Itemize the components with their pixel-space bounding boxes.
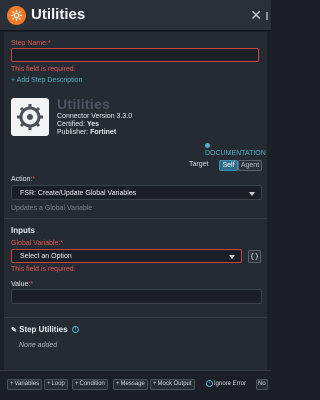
collapse-handle[interactable] xyxy=(266,12,270,20)
global-variable-placeholder: Select an Option xyxy=(20,253,72,260)
value-label: Value:* xyxy=(11,281,34,288)
info-circle-icon xyxy=(205,143,210,148)
add-variables-button[interactable]: +Variables xyxy=(7,379,43,390)
step-name-label: Step Name:* xyxy=(11,40,51,47)
add-step-description-link[interactable]: + Add Step Description xyxy=(11,77,82,84)
global-variable-error: This field is required. xyxy=(11,266,76,273)
action-description: Updates a Global Variable xyxy=(11,205,93,212)
target-self-option[interactable]: Self xyxy=(219,160,238,171)
connector-version: Connector Version 3.3.0 xyxy=(57,113,133,120)
add-loop-button[interactable]: +Loop xyxy=(44,379,68,390)
add-message-button[interactable]: +Message xyxy=(113,379,148,390)
action-select-value: FSR: Create/Update Global Variables xyxy=(20,190,137,197)
action-label: Action:* xyxy=(11,176,36,183)
connector-logo xyxy=(11,98,49,136)
panel-header: Utilities ✕ xyxy=(0,0,271,31)
connector-name: Utilities xyxy=(57,96,111,112)
section-divider xyxy=(4,218,267,219)
info-icon[interactable]: i xyxy=(71,326,79,334)
braces-icon xyxy=(250,253,259,260)
ignore-error-label: i Ignore Error xyxy=(206,380,246,387)
target-agent-option[interactable]: Agent xyxy=(238,160,262,171)
step-name-input[interactable] xyxy=(11,48,259,62)
footer-toolbar: +Variables +Loop +Condition +Message +Mo… xyxy=(0,370,271,400)
action-select[interactable]: FSR: Create/Update Global Variables xyxy=(11,185,262,200)
wrench-icon: ✎ xyxy=(11,327,17,334)
panel-title: Utilities xyxy=(31,6,86,23)
connector-publisher: Publisher: Fortinet xyxy=(57,129,117,136)
documentation-link[interactable]: DOCUMENTATION xyxy=(205,143,271,157)
expression-toggle-button[interactable] xyxy=(248,250,261,263)
value-input[interactable] xyxy=(11,289,262,304)
add-mock-output-button[interactable]: +Mock Output xyxy=(150,379,195,390)
ignore-error-toggle[interactable]: No xyxy=(256,379,268,390)
step-utilities-heading: ✎ Step Utilities i xyxy=(11,325,79,334)
step-utilities-empty: None added xyxy=(19,342,58,349)
global-variable-label: Global Variable:* xyxy=(11,240,64,247)
section-divider xyxy=(4,317,267,318)
target-label: Target xyxy=(189,161,209,168)
chevron-down-icon xyxy=(229,255,235,259)
add-condition-button[interactable]: +Condition xyxy=(72,379,108,390)
chevron-down-icon xyxy=(249,192,255,196)
close-icon[interactable]: ✕ xyxy=(250,6,262,24)
connector-certified: Certified: Yes xyxy=(57,121,100,128)
info-icon[interactable]: i xyxy=(206,380,213,387)
utilities-app-icon xyxy=(7,6,26,25)
inputs-heading: Inputs xyxy=(11,226,35,235)
global-variable-select[interactable]: Select an Option xyxy=(11,249,242,263)
step-name-error: This field is required. xyxy=(11,66,76,73)
